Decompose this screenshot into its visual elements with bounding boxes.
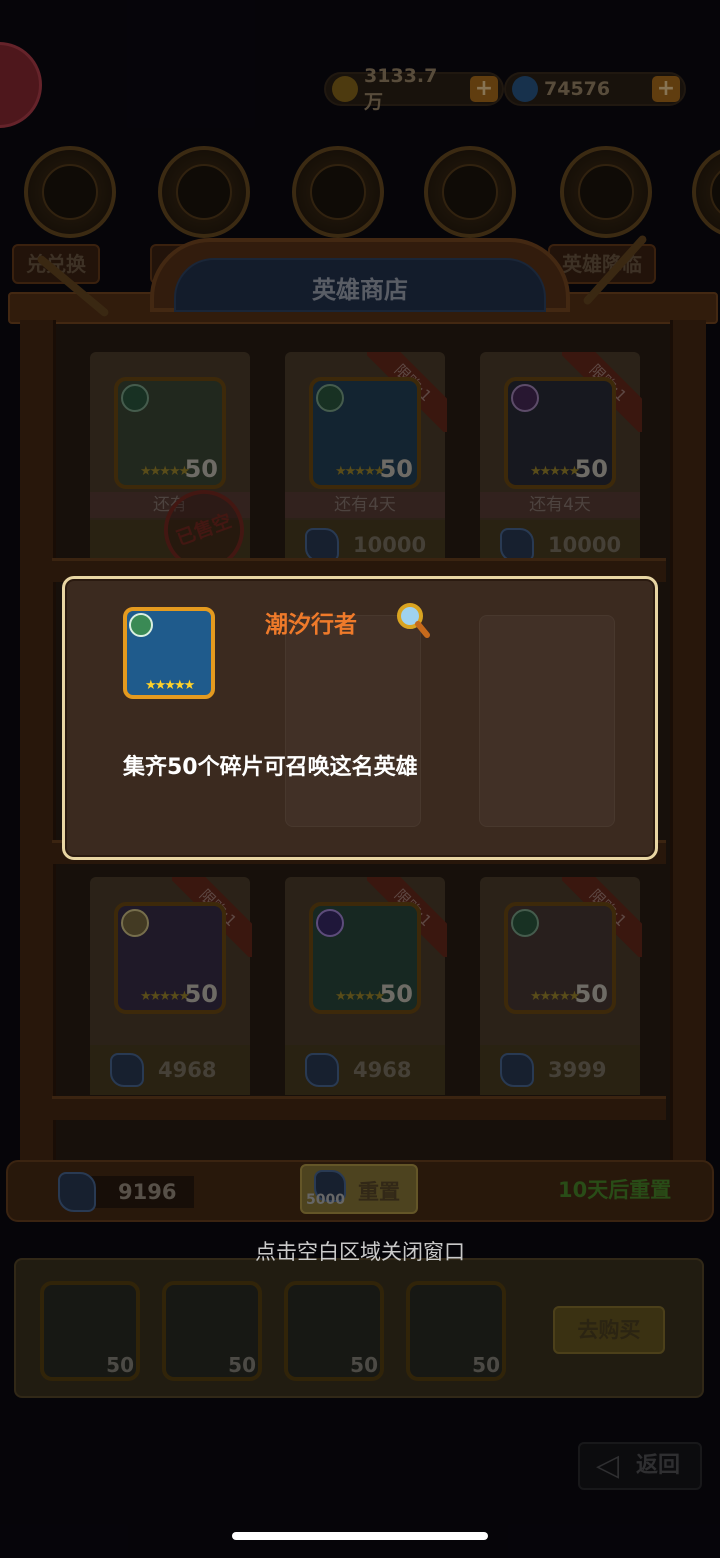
back-label: 返回	[636, 1453, 681, 1478]
gem-currency-icon	[500, 528, 534, 562]
element-icon	[511, 384, 539, 412]
game-screen: 3133.7万 + 74576 + 兑兑换 英雄降临 英雄商店 ★★★★★ 50…	[0, 0, 720, 1558]
mini-hero-2[interactable]: 50	[162, 1281, 262, 1381]
star-rating: ★★★★★	[145, 678, 195, 693]
currency-balance: 9196	[90, 1176, 194, 1208]
hero-card-3[interactable]: 限购:1 ★★★★★ 50 还有4天 10000	[480, 352, 642, 570]
home-indicator[interactable]	[232, 1532, 488, 1540]
hero-info-popup: ★★★★★ 潮汐行者 集齐50个碎片可召唤这名英雄	[62, 576, 658, 860]
gem-currency-icon	[305, 1053, 339, 1087]
hero-portrait-tide: ★★★★★ 50	[309, 377, 421, 489]
hero-portrait-valkyrie: ★★★★★ 50	[504, 902, 616, 1014]
gem-currency-icon	[110, 1053, 144, 1087]
mini-hero-1[interactable]: 50	[40, 1281, 140, 1381]
exchange-feature-icon[interactable]	[24, 146, 116, 238]
close-hint: 点击空白区域关闭窗口	[255, 1240, 465, 1264]
hero-portrait-engineer: ★★★★★ 50	[504, 377, 616, 489]
price-row: 3999	[480, 1045, 640, 1095]
hero-portrait-wizard: ★★★★★ 50	[114, 902, 226, 1014]
popup-hero-name: 潮汐行者	[265, 612, 357, 638]
magnifier-icon[interactable]	[395, 601, 431, 641]
extra-feature-icon[interactable]	[692, 146, 720, 238]
gem-icon	[512, 76, 538, 102]
player-avatar[interactable]	[0, 42, 42, 128]
days-remaining: 还有4天	[480, 492, 640, 518]
reset-label: 重置	[358, 1180, 400, 1204]
element-icon	[511, 909, 539, 937]
reset-cost: 5000	[306, 1192, 345, 1208]
hero-portrait-monster: ★★★★★ 50	[309, 902, 421, 1014]
gem-amount: 74576	[544, 78, 611, 100]
hero-card-2[interactable]: 限购:1 ★★★★★ 50 还有4天 10000	[285, 352, 447, 570]
element-icon	[129, 613, 153, 637]
add-gold-button[interactable]: +	[470, 76, 498, 102]
hero-portrait-skull: ★★★★★ 50	[114, 377, 226, 489]
popup-hero-portrait: ★★★★★	[123, 607, 215, 699]
hero-card-1[interactable]: ★★★★★ 50 还有 已售空	[90, 352, 256, 582]
go-buy-button[interactable]: 去购买	[553, 1306, 665, 1354]
element-icon	[121, 384, 149, 412]
currency-gem-icon	[58, 1172, 96, 1212]
hero-card-4[interactable]: 限购:1 ★★★★★ 50 4968	[90, 877, 252, 1095]
price-row: 4968	[285, 1045, 445, 1095]
days-remaining: 还有4天	[285, 492, 445, 518]
star-rating: ★★★★★	[140, 464, 190, 479]
gold-resource: 3133.7万 +	[324, 65, 504, 113]
element-icon	[316, 384, 344, 412]
shield-feature-icon[interactable]	[424, 146, 516, 238]
gem-currency-icon	[305, 528, 339, 562]
back-button[interactable]: ◁ 返回	[578, 1442, 702, 1490]
reset-countdown: 10天后重置	[558, 1178, 672, 1202]
mini-hero-4[interactable]: 50	[406, 1281, 506, 1381]
add-gems-button[interactable]: +	[652, 76, 680, 102]
gold-amount: 3133.7万	[364, 64, 438, 113]
element-icon	[316, 909, 344, 937]
gem-currency-icon	[500, 1053, 534, 1087]
hero-card-6[interactable]: 限购:1 ★★★★★ 50 3999	[480, 877, 642, 1095]
popup-description: 集齐50个碎片可召唤这名英雄	[123, 755, 418, 780]
star-rating: ★★★★★	[335, 464, 385, 479]
gold-coin-icon	[332, 76, 358, 102]
star-rating: ★★★★★	[140, 989, 190, 1004]
hero-card-5[interactable]: 限购:1 ★★★★★ 50 4968	[285, 877, 447, 1095]
helmet-feature-icon[interactable]	[560, 146, 652, 238]
shop-title: 英雄商店	[312, 276, 408, 304]
star-rating: ★★★★★	[335, 989, 385, 1004]
element-icon	[121, 909, 149, 937]
gem-resource: 74576 +	[504, 72, 686, 106]
mini-hero-3[interactable]: 50	[284, 1281, 384, 1381]
back-arrow-icon: ◁	[596, 1448, 620, 1483]
star-rating: ★★★★★	[530, 989, 580, 1004]
price-row: 4968	[90, 1045, 250, 1095]
reset-button[interactable]: 5000 重置	[300, 1164, 418, 1214]
shelf-3	[52, 1096, 666, 1120]
chest-feature-icon[interactable]	[158, 146, 250, 238]
blue-hat-feature-icon[interactable]	[292, 146, 384, 238]
star-rating: ★★★★★	[530, 464, 580, 479]
